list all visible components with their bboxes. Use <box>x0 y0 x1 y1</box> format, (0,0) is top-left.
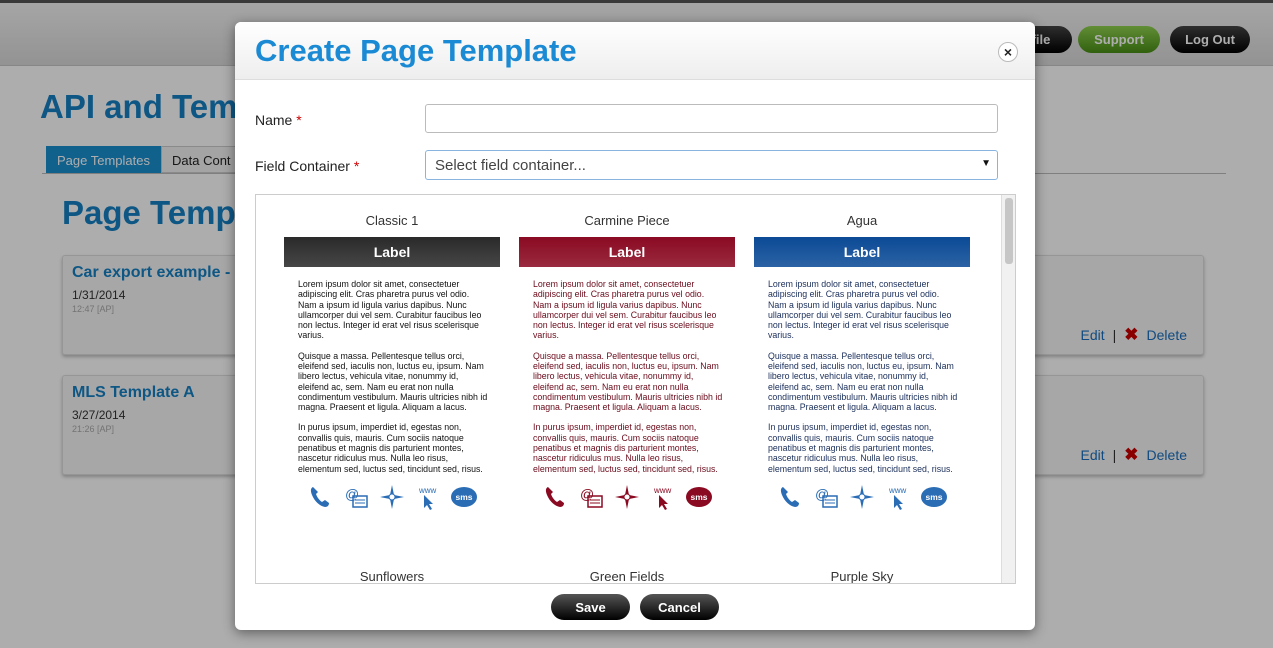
name-label: Name * <box>255 112 302 128</box>
svg-text:www: www <box>888 486 907 495</box>
template-label-band: Label <box>754 237 970 267</box>
template-icon-row: @ www sms <box>519 484 735 510</box>
compass-icon <box>379 484 405 510</box>
template-option[interactable]: Classic 1 Label Lorem ipsum dolor sit amet… <box>284 213 500 510</box>
sms-icon: sms <box>451 484 477 510</box>
template-option-name: Carmine Piece <box>584 213 670 228</box>
sample-paragraph: Lorem ipsum dolor sit amet, consectetuer… <box>533 279 717 341</box>
dialog-title: Create Page Template <box>255 33 577 68</box>
dialog-header: Create Page Template × <box>235 22 1035 80</box>
sample-paragraph: Lorem ipsum dolor sit amet, consectetuer… <box>298 279 482 341</box>
sms-icon: sms <box>686 484 712 510</box>
cancel-button[interactable]: Cancel <box>640 594 719 620</box>
template-sample-text: Lorem ipsum dolor sit amet, consectetuer… <box>284 267 500 474</box>
name-input[interactable] <box>425 104 998 133</box>
email-icon: @ <box>813 484 839 510</box>
sample-paragraph: Lorem ipsum dolor sit amet, consectetuer… <box>768 279 952 341</box>
save-button[interactable]: Save <box>551 594 630 620</box>
sms-bubble: sms <box>451 486 477 507</box>
template-option[interactable]: Agua Label Lorem ipsum dolor sit amet, con… <box>754 213 970 510</box>
web-icon: www <box>415 484 441 510</box>
create-page-template-dialog: Create Page Template × Name * Field Cont… <box>235 22 1035 630</box>
web-icon: www <box>885 484 911 510</box>
template-option-name[interactable]: Sunflowers <box>284 569 500 583</box>
template-option-name[interactable]: Green Fields <box>519 569 735 583</box>
sms-icon: sms <box>921 484 947 510</box>
template-sample-text: Lorem ipsum dolor sit amet, consectetuer… <box>754 267 970 474</box>
svg-text:www: www <box>653 486 672 495</box>
gallery-scrollbar[interactable] <box>1001 195 1015 583</box>
template-option-name[interactable]: Purple Sky <box>754 569 970 583</box>
sample-paragraph: In purus ipsum, imperdiet id, egestas no… <box>298 422 483 474</box>
template-option[interactable]: Carmine Piece Label Lorem ipsum dolor sit … <box>519 213 735 510</box>
sample-paragraph: Quisque a massa. Pellentesque tellus orc… <box>298 350 488 413</box>
name-label-text: Name <box>255 112 293 128</box>
sample-paragraph: Quisque a massa. Pellentesque tellus orc… <box>768 350 958 413</box>
template-sample-text: Lorem ipsum dolor sit amet, consectetuer… <box>519 267 735 474</box>
dropdown-arrow-icon: ▼ <box>981 158 991 169</box>
phone-icon <box>777 484 803 510</box>
email-icon: @ <box>343 484 369 510</box>
required-marker: * <box>296 112 302 128</box>
template-icon-row: @ www sms <box>754 484 970 510</box>
sample-paragraph: In purus ipsum, imperdiet id, egestas no… <box>768 422 953 474</box>
template-icon-row: @ www sms <box>284 484 500 510</box>
phone-icon <box>542 484 568 510</box>
required-marker: * <box>353 158 360 174</box>
sample-paragraph: Quisque a massa. Pellentesque tellus orc… <box>533 350 723 413</box>
field-container-label-text: Field Container <box>255 158 350 174</box>
scrollbar-thumb[interactable] <box>1005 198 1013 264</box>
sms-bubble: sms <box>921 486 947 507</box>
email-icon: @ <box>578 484 604 510</box>
field-container-placeholder: Select field container... <box>435 157 586 174</box>
field-container-label: Field Container * <box>255 158 359 174</box>
compass-icon <box>614 484 640 510</box>
close-icon[interactable]: × <box>998 42 1018 62</box>
template-option-name: Agua <box>846 213 878 228</box>
template-label-band: Label <box>519 237 735 267</box>
sample-paragraph: In purus ipsum, imperdiet id, egestas no… <box>533 422 718 474</box>
compass-icon <box>849 484 875 510</box>
field-container-select[interactable]: Select field container... ▼ <box>425 150 998 180</box>
template-option-name: Classic 1 <box>365 213 419 228</box>
template-gallery: Classic 1 Label Lorem ipsum dolor sit amet… <box>255 194 1016 584</box>
template-label-band: Label <box>284 237 500 267</box>
web-icon: www <box>650 484 676 510</box>
sms-bubble: sms <box>686 486 712 507</box>
phone-icon <box>307 484 333 510</box>
svg-text:www: www <box>418 486 437 495</box>
